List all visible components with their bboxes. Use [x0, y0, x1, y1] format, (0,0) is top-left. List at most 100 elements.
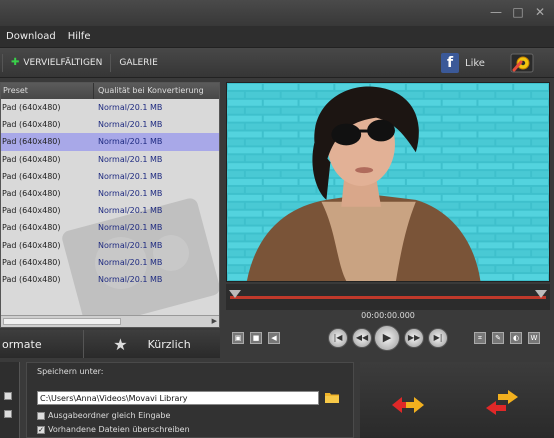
preset-name: Pad (640x480): [2, 154, 61, 164]
menu-help[interactable]: Hilfe: [62, 31, 97, 42]
list-header: Preset Qualität bei Konvertierung: [1, 83, 219, 99]
side-panel: [0, 362, 20, 438]
preset-name: Pad (640x480): [2, 223, 61, 233]
scroll-right-icon[interactable]: ▶: [212, 317, 217, 325]
facebook-like-button[interactable]: f Like: [441, 53, 485, 73]
folder-icon[interactable]: [325, 391, 339, 403]
convert-actions: [360, 362, 554, 438]
window-controls: — □ ✕: [490, 5, 546, 19]
title-bar: — □ ✕: [0, 0, 554, 26]
overwrite-option[interactable]: ✓ Vorhandene Dateien überschreiben: [37, 425, 190, 434]
multiply-button[interactable]: ✚ VERVIELFÄLTIGEN: [11, 57, 102, 68]
toolbar-separator: [2, 53, 3, 72]
facebook-icon: f: [441, 53, 459, 73]
preset-quality: Normal/20.1 MB: [98, 274, 163, 284]
convert-arrows-icon[interactable]: [390, 390, 426, 420]
gallery-button[interactable]: GALERIE: [119, 58, 157, 68]
same-folder-checkbox[interactable]: [37, 411, 45, 420]
preset-name: Pad (640x480): [2, 206, 61, 216]
crop-icon[interactable]: ▣: [232, 332, 244, 344]
stop-icon[interactable]: ■: [250, 332, 262, 344]
convert-start-icon[interactable]: [484, 388, 520, 418]
preset-row[interactable]: Pad (640x480) Normal/20.1 MB: [1, 133, 219, 151]
watermark-icon[interactable]: W: [528, 332, 540, 344]
tab-recent-label: Kürzlich: [147, 337, 191, 351]
go-end-button[interactable]: ▶|: [428, 328, 448, 348]
preset-row[interactable]: Pad (640x480) Normal/20.1 MB: [1, 202, 219, 219]
preset-name: Pad (640x480): [2, 103, 61, 112]
timeline[interactable]: [226, 284, 550, 310]
close-button[interactable]: ✕: [534, 5, 546, 19]
preset-name: Pad (640x480): [2, 137, 61, 147]
go-start-button[interactable]: |◀: [328, 328, 348, 348]
preset-row[interactable]: Pad (640x480) Normal/20.1 MB: [1, 99, 219, 116]
side-checkbox[interactable]: [4, 392, 12, 400]
plus-icon: ✚: [11, 57, 20, 68]
brightness-icon[interactable]: ◐: [510, 332, 522, 344]
preset-row[interactable]: Pad (640x480) Normal/20.1 MB: [1, 185, 219, 202]
like-label: Like: [465, 57, 485, 69]
horizontal-scrollbar[interactable]: ▶: [1, 315, 219, 327]
toolbar-separator: [110, 53, 112, 72]
preset-row[interactable]: Pad (640x480) Normal/20.1 MB: [1, 219, 219, 236]
preset-row[interactable]: Pad (640x480) Normal/20.1 MB: [1, 254, 219, 271]
menu-download[interactable]: Download: [0, 31, 62, 42]
tab-formats-label: ormate: [2, 337, 42, 351]
format-tabs: ormate ★ Kürzlich: [0, 330, 220, 358]
preset-quality: Normal/20.1 MB: [98, 171, 163, 181]
rewind-button[interactable]: ◀◀: [352, 328, 372, 348]
preset-row[interactable]: Pad (640x480) Normal/20.1 MB: [1, 116, 219, 133]
output-path-input[interactable]: [37, 391, 319, 405]
overwrite-label: Vorhandene Dateien überschreiben: [48, 425, 190, 434]
timecode: 00:00:00.000: [361, 311, 415, 320]
multiply-label: VERVIELFÄLTIGEN: [23, 57, 103, 68]
tab-recent[interactable]: ★ Kürzlich: [84, 330, 220, 358]
column-header-preset[interactable]: Preset: [1, 83, 94, 99]
preset-quality: Normal/20.1 MB: [98, 103, 163, 112]
maximize-button[interactable]: □: [512, 5, 524, 19]
preset-quality: Normal/20.1 MB: [98, 154, 163, 164]
crop-tool-icon[interactable]: ⌗: [474, 332, 486, 344]
same-folder-option[interactable]: Ausgabeordner gleich Eingabe: [37, 411, 170, 420]
playback-controls: ▣ ■ ◀ |◀ ◀◀ ▶ ▶▶ ▶| ⌗ ✎ ◐ W: [226, 322, 550, 356]
video-preview: [226, 82, 550, 282]
preset-name: Pad (640x480): [2, 171, 61, 181]
fast-forward-button[interactable]: ▶▶: [404, 328, 424, 348]
preset-quality: Normal/20.1 MB: [98, 188, 163, 198]
preset-quality: Normal/20.1 MB: [98, 257, 163, 267]
preset-row[interactable]: Pad (640x480) Normal/20.1 MB: [1, 271, 219, 288]
overwrite-checkbox[interactable]: ✓: [37, 425, 45, 434]
edit-tool-icon[interactable]: ✎: [492, 332, 504, 344]
gallery-label: GALERIE: [119, 57, 158, 68]
minimize-button[interactable]: —: [490, 5, 502, 19]
timeline-track[interactable]: [230, 296, 546, 299]
menu-bar: Download Hilfe: [0, 26, 554, 48]
preset-quality: Normal/20.1 MB: [98, 223, 163, 233]
save-panel: Speichern unter: Ausgabeordner gleich Ei…: [26, 362, 354, 438]
trim-end-marker[interactable]: [535, 290, 547, 298]
tab-formats[interactable]: ormate: [0, 330, 84, 358]
preset-list: Preset Qualität bei Konvertierung Pad (6…: [0, 82, 220, 328]
preset-rows: Pad (640x480) Normal/20.1 MB Pad (640x480)…: [1, 99, 219, 288]
preset-name: Pad (640x480): [2, 188, 61, 198]
preset-quality: Normal/20.1 MB: [98, 206, 163, 216]
column-header-quality[interactable]: Qualität bei Konvertierung: [94, 83, 219, 99]
side-checkbox[interactable]: [4, 410, 12, 418]
star-icon: ★: [113, 334, 128, 354]
preset-row[interactable]: Pad (640x480) Normal/20.1 MB: [1, 151, 219, 168]
play-button[interactable]: ▶: [374, 325, 400, 351]
preset-quality: Normal/20.1 MB: [98, 120, 163, 130]
scrollbar-thumb[interactable]: [3, 318, 121, 325]
settings-tools-icon[interactable]: [510, 52, 534, 74]
preset-name: Pad (640x480): [2, 257, 61, 267]
preset-quality: Normal/20.1 MB: [98, 137, 163, 147]
preset-name: Pad (640x480): [2, 274, 61, 284]
preset-name: Pad (640x480): [2, 240, 61, 250]
volume-icon[interactable]: ◀: [268, 332, 280, 344]
preset-row[interactable]: Pad (640x480) Normal/20.1 MB: [1, 237, 219, 254]
trim-start-marker[interactable]: [229, 290, 241, 298]
preset-name: Pad (640x480): [2, 120, 61, 130]
preset-quality: Normal/20.1 MB: [98, 240, 163, 250]
preset-row[interactable]: Pad (640x480) Normal/20.1 MB: [1, 168, 219, 185]
same-folder-label: Ausgabeordner gleich Eingabe: [48, 411, 171, 420]
